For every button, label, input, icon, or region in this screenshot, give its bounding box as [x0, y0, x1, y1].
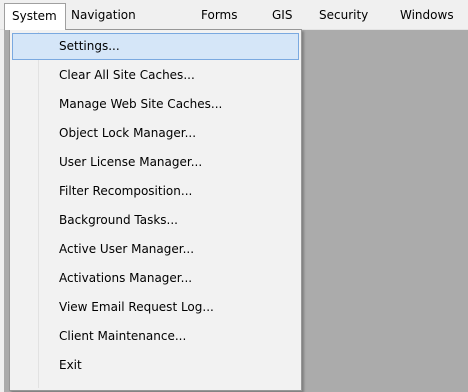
- menu-windows[interactable]: Windows: [384, 3, 468, 30]
- menu-item-settings[interactable]: Settings...: [12, 33, 299, 60]
- menu-item-object-lock-manager[interactable]: Object Lock Manager...: [12, 120, 299, 147]
- menu-item-manage-web-site-caches[interactable]: Manage Web Site Caches...: [12, 91, 299, 118]
- menu-bar: System Navigation Forms GIS Security Win…: [0, 0, 468, 30]
- menu-gis[interactable]: GIS: [263, 3, 303, 30]
- menu-item-view-email-request-log[interactable]: View Email Request Log...: [12, 294, 299, 321]
- menu-item-clear-all-site-caches-label: Clear All Site Caches...: [59, 68, 195, 82]
- menu-item-filter-recomposition[interactable]: Filter Recomposition...: [12, 178, 299, 205]
- menu-security-label: Security: [319, 8, 369, 22]
- menu-windows-label: Windows: [400, 8, 454, 22]
- menu-forms[interactable]: Forms: [193, 3, 253, 30]
- menu-item-active-user-manager[interactable]: Active User Manager...: [12, 236, 299, 263]
- menu-item-exit-label: Exit: [59, 358, 82, 372]
- menu-item-view-email-request-log-label: View Email Request Log...: [59, 300, 214, 314]
- menu-item-background-tasks[interactable]: Background Tasks...: [12, 207, 299, 234]
- menu-item-activations-manager[interactable]: Activations Manager...: [12, 265, 299, 292]
- menu-system-label: System: [12, 9, 57, 23]
- menu-item-object-lock-manager-label: Object Lock Manager...: [59, 126, 197, 140]
- window-frame-edge: [0, 0, 4, 392]
- menu-item-exit[interactable]: Exit: [12, 352, 299, 379]
- menu-item-user-license-manager[interactable]: User License Manager...: [12, 149, 299, 176]
- menu-system[interactable]: System: [4, 3, 66, 30]
- menu-item-settings-label: Settings...: [59, 39, 120, 53]
- menu-forms-label: Forms: [201, 8, 238, 22]
- menu-item-client-maintenance-label: Client Maintenance...: [59, 329, 187, 343]
- menu-navigation-label: Navigation: [71, 8, 136, 22]
- menu-item-activations-manager-label: Activations Manager...: [59, 271, 193, 285]
- menu-item-filter-recomposition-label: Filter Recomposition...: [59, 184, 193, 198]
- menu-gis-label: GIS: [272, 8, 293, 22]
- menu-item-background-tasks-label: Background Tasks...: [59, 213, 178, 227]
- menu-security[interactable]: Security: [306, 3, 376, 30]
- menu-item-active-user-manager-label: Active User Manager...: [59, 242, 195, 256]
- menu-item-client-maintenance[interactable]: Client Maintenance...: [12, 323, 299, 350]
- menu-item-manage-web-site-caches-label: Manage Web Site Caches...: [59, 97, 223, 111]
- menu-item-user-license-manager-label: User License Manager...: [59, 155, 203, 169]
- menu-navigation[interactable]: Navigation: [66, 3, 156, 30]
- menu-item-clear-all-site-caches[interactable]: Clear All Site Caches...: [12, 62, 299, 89]
- system-dropdown-menu: Settings... Clear All Site Caches... Man…: [9, 29, 302, 391]
